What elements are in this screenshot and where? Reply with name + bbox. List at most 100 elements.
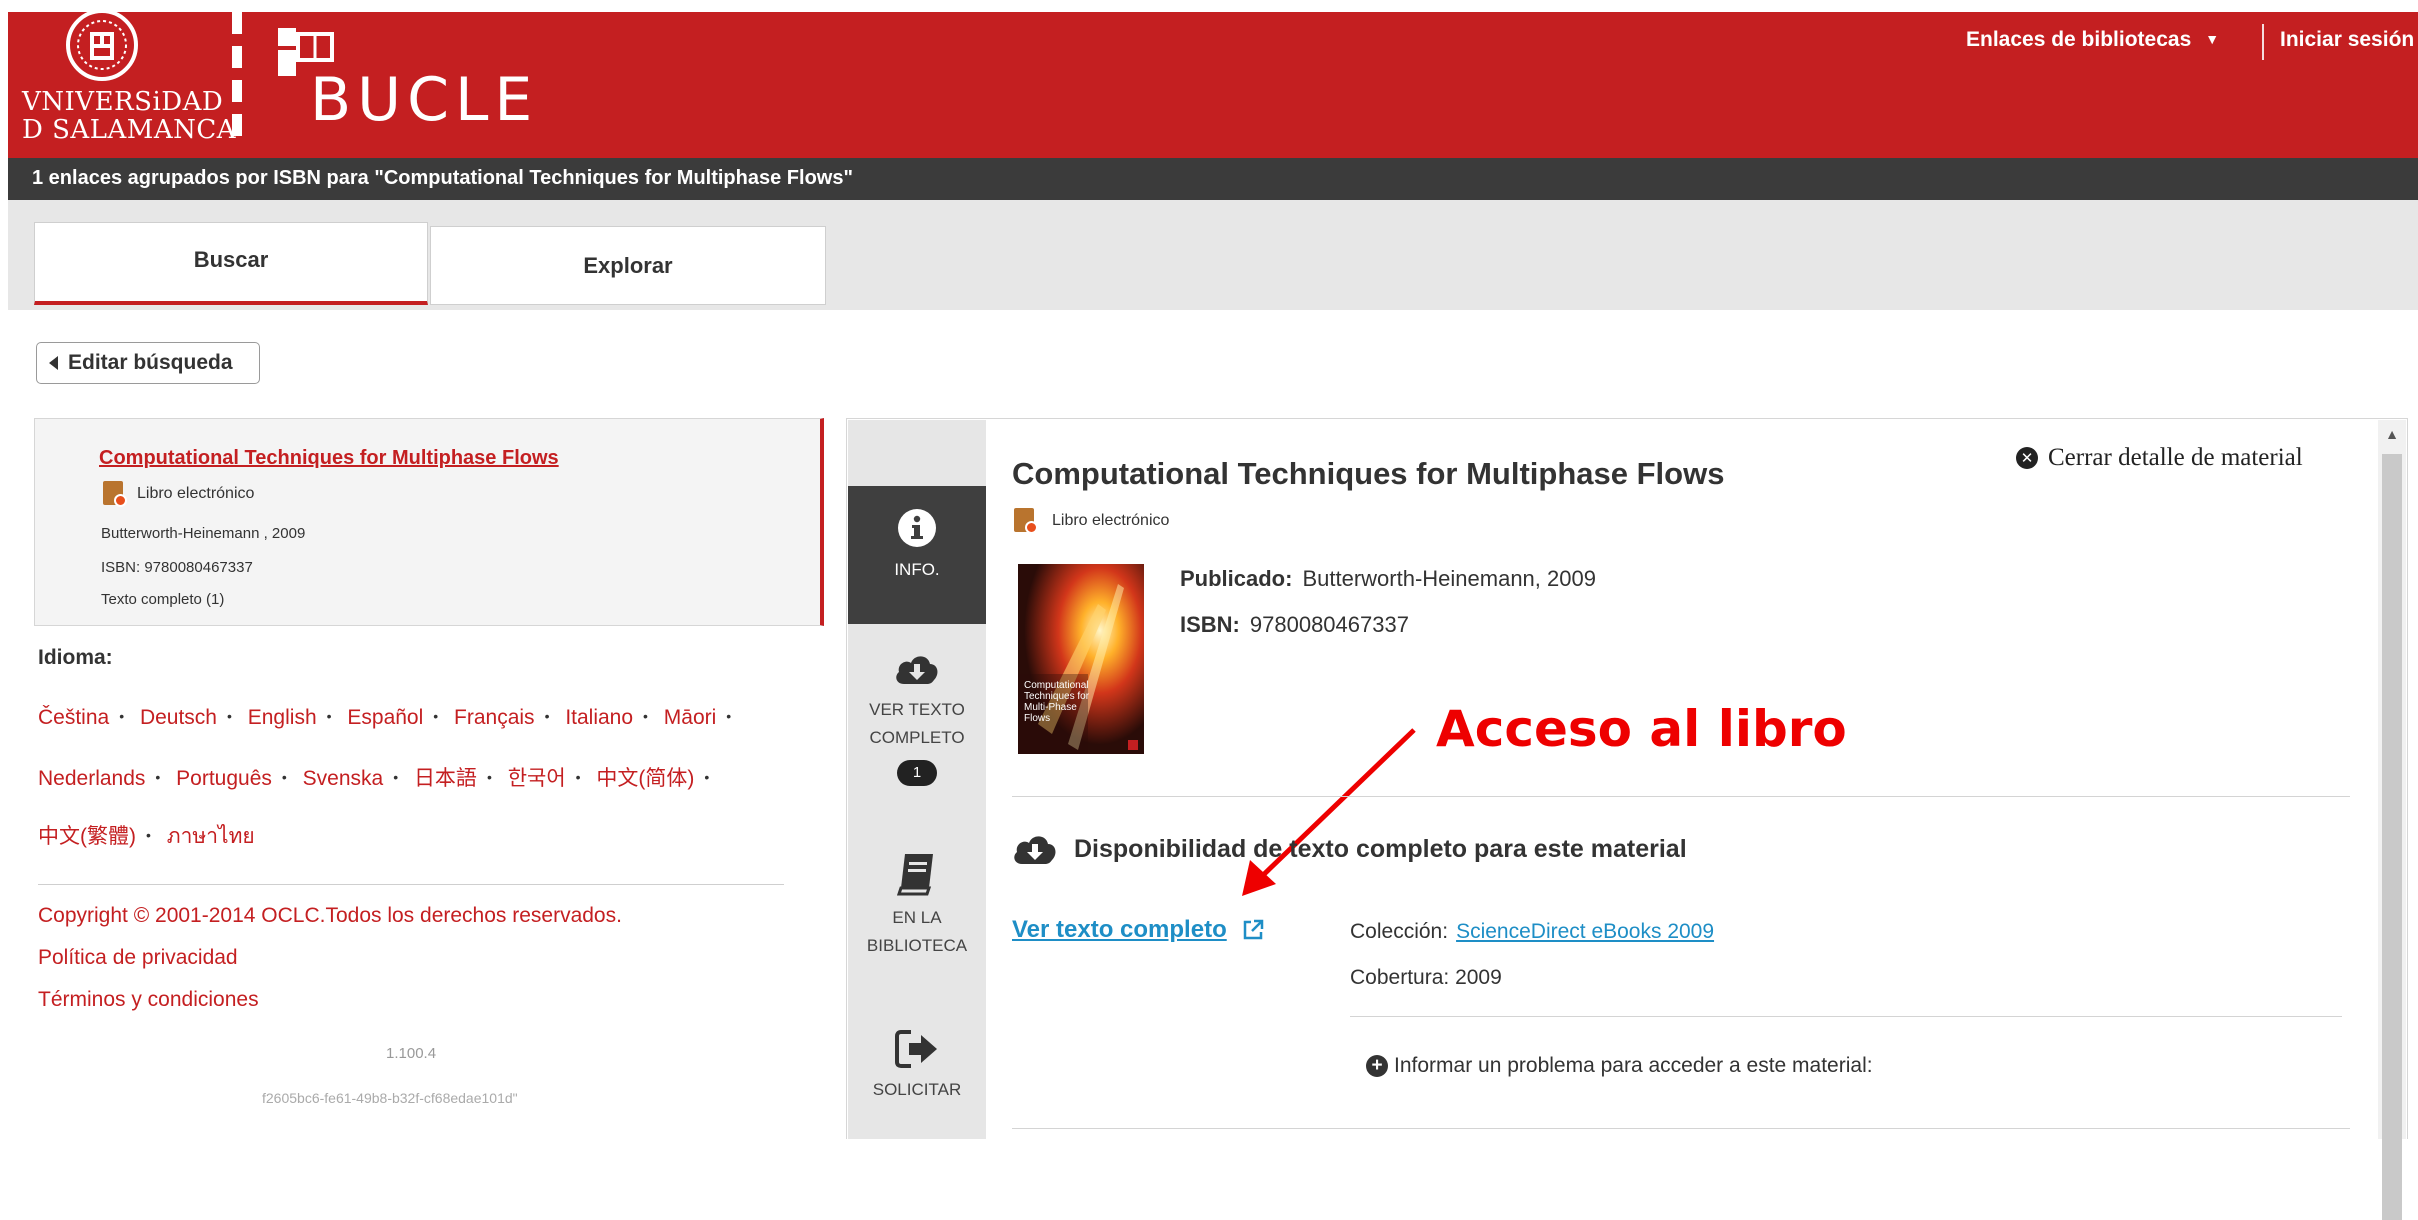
nav-library-label: BIBLIOTECA <box>866 936 968 955</box>
book-cover-image: Computational Techniques for Multi-Phase… <box>1018 564 1144 754</box>
tabs-area: Buscar Explorar <box>8 200 2418 310</box>
login-link[interactable]: Iniciar sesión <box>2280 28 2414 52</box>
published-row: Publicado: Butterworth-Heinemann, 2009 <box>1180 566 1596 592</box>
terms-link[interactable]: Términos y condiciones <box>38 988 259 1012</box>
triangle-left-icon <box>49 356 58 370</box>
build-id: f2605bc6-fe61-49b8-b32f-cf68edae101d" <box>262 1090 518 1106</box>
collection-link[interactable]: ScienceDirect eBooks 2009 <box>1456 920 1714 943</box>
nav-info[interactable]: INFO. <box>848 486 986 624</box>
isbn-row: ISBN: 9780080467337 <box>1180 612 1409 638</box>
nav-info-label: INFO. <box>894 560 940 579</box>
language-label: Idioma: <box>38 646 113 669</box>
collection-row: Colección: ScienceDirect eBooks 2009 <box>1350 920 1714 944</box>
privacy-link[interactable]: Política de privacidad <box>38 946 238 970</box>
logo-separator <box>232 12 242 146</box>
language-link[interactable]: Deutsch <box>140 706 217 729</box>
nav-library[interactable]: EN LA BIBLIOTECA <box>848 852 986 960</box>
language-link[interactable]: Svenska <box>303 767 384 790</box>
language-link[interactable]: Māori <box>664 706 717 729</box>
language-link[interactable]: Italiano <box>565 706 633 729</box>
language-row: Nederlands • Português • Svenska • 日本語 • 한국어… <box>38 767 710 790</box>
result-title-link[interactable]: Computational Techniques for Multiphase … <box>99 447 559 470</box>
university-logo[interactable]: VNIVERSiDAD D SALAMANCA <box>22 8 236 146</box>
version-number: 1.100.4 <box>386 1045 437 1062</box>
info-icon <box>898 509 936 547</box>
plus-circle-icon: + <box>1366 1055 1388 1077</box>
nav-full-text[interactable]: VER TEXTO COMPLETO 1 <box>848 650 986 786</box>
coverage-label: Cobertura: <box>1350 966 1450 989</box>
ebook-icon <box>1014 508 1038 534</box>
full-text-link[interactable]: Ver texto completo <box>1012 916 1265 944</box>
sign-out-icon <box>895 1030 937 1068</box>
close-detail-label: Cerrar detalle de material <box>2048 444 2303 471</box>
scroll-thumb[interactable] <box>2382 454 2402 1220</box>
language-row: Čeština • Deutsch • English • Español • Fran… <box>38 706 732 729</box>
isbn-value: 9780080467337 <box>1249 612 1409 637</box>
app-name: BUCLE <box>310 65 539 135</box>
nav-full-text-label: VER TEXTO <box>869 700 965 719</box>
language-link[interactable]: Nederlands <box>38 767 145 790</box>
result-card[interactable]: Computational Techniques for Multiphase … <box>34 418 824 626</box>
divider <box>1012 1128 2350 1129</box>
language-link[interactable]: Čeština <box>38 706 109 729</box>
full-text-link-label: Ver texto completo <box>1012 916 1227 943</box>
result-type-label: Libro electrónico <box>137 485 255 503</box>
divider <box>1350 1016 2342 1017</box>
top-strip <box>0 0 2418 12</box>
close-detail-button[interactable]: ✕ Cerrar detalle de material <box>2016 444 2303 472</box>
availability-heading: Disponibilidad de texto completo para es… <box>1012 830 1687 868</box>
collection-label: Colección: <box>1350 920 1449 943</box>
nav-request-label: SOLICITAR <box>872 1080 962 1099</box>
tab-search[interactable]: Buscar <box>34 222 428 305</box>
cloud-download-icon <box>1014 836 1056 864</box>
university-seal-icon <box>66 9 138 81</box>
results-summary: 1 enlaces agrupados por ISBN para "Compu… <box>32 167 853 189</box>
scroll-up-icon[interactable]: ▲ <box>2378 420 2406 448</box>
divider <box>1012 796 2350 797</box>
close-circle-icon: ✕ <box>2016 447 2038 469</box>
language-link[interactable]: Português <box>176 767 272 790</box>
result-isbn: ISBN: 9780080467337 <box>101 559 253 576</box>
language-link[interactable]: 中文(繁體) <box>38 825 136 848</box>
detail-type: Libro electrónico <box>1014 508 1169 534</box>
nav-full-text-label: COMPLETO <box>869 728 965 747</box>
language-link[interactable]: 日本語 <box>414 767 477 790</box>
bucle-logo[interactable]: BUCLE <box>278 28 538 138</box>
divider <box>38 884 784 885</box>
university-logo-text: VNIVERSiDAD D SALAMANCA <box>22 87 237 145</box>
copyright-link[interactable]: Copyright © 2001-2014 OCLC.Todos los der… <box>38 904 622 928</box>
language-link[interactable]: ภาษาไทย <box>167 825 255 848</box>
report-problem-label: Informar un problema para acceder a este… <box>1394 1054 1873 1077</box>
availability-heading-text: Disponibilidad de texto completo para es… <box>1074 834 1687 863</box>
detail-type-label: Libro electrónico <box>1052 512 1170 530</box>
language-link[interactable]: 中文(简体) <box>596 767 694 790</box>
library-links-menu[interactable]: Enlaces de bibliotecas ▼ <box>1966 28 2219 52</box>
language-link[interactable]: Español <box>347 706 423 729</box>
external-link-icon <box>1243 919 1263 940</box>
annotation-label: Acceso al libro <box>1436 700 1847 758</box>
header-divider <box>2262 24 2264 60</box>
library-links-label: Enlaces de bibliotecas <box>1966 28 2192 51</box>
edit-search-label: Editar búsqueda <box>68 351 233 374</box>
edit-search-button[interactable]: Editar búsqueda <box>36 342 260 384</box>
book-cover-title: Computational Techniques for Multi-Phase… <box>1024 680 1090 724</box>
coverage-value: 2009 <box>1455 966 1502 989</box>
report-problem-link[interactable]: + Informar un problema para acceder a est… <box>1366 1054 1873 1078</box>
caret-down-icon: ▼ <box>2205 31 2220 47</box>
published-value: Butterworth-Heinemann, 2009 <box>1302 566 1596 591</box>
tab-explore[interactable]: Explorar <box>430 226 826 305</box>
result-type: Libro electrónico <box>103 481 254 507</box>
result-full-text-count: Texto completo (1) <box>101 591 225 608</box>
detail-title: Computational Techniques for Multiphase … <box>1012 456 1725 491</box>
ebook-icon <box>103 481 127 507</box>
language-link[interactable]: 한국어 <box>508 767 566 790</box>
language-link[interactable]: English <box>248 706 317 729</box>
nav-library-label: EN LA <box>892 908 942 927</box>
language-link[interactable]: Français <box>454 706 535 729</box>
cloud-download-icon <box>896 656 938 684</box>
nav-request[interactable]: SOLICITAR <box>848 1030 986 1104</box>
detail-scrollbar[interactable]: ▲ <box>2378 420 2406 1220</box>
isbn-label: ISBN: <box>1180 612 1240 637</box>
book-icon <box>897 854 933 896</box>
detail-nav: INFO. VER TEXTO COMPLETO 1 EN LA BIBLIOT… <box>848 420 986 1139</box>
